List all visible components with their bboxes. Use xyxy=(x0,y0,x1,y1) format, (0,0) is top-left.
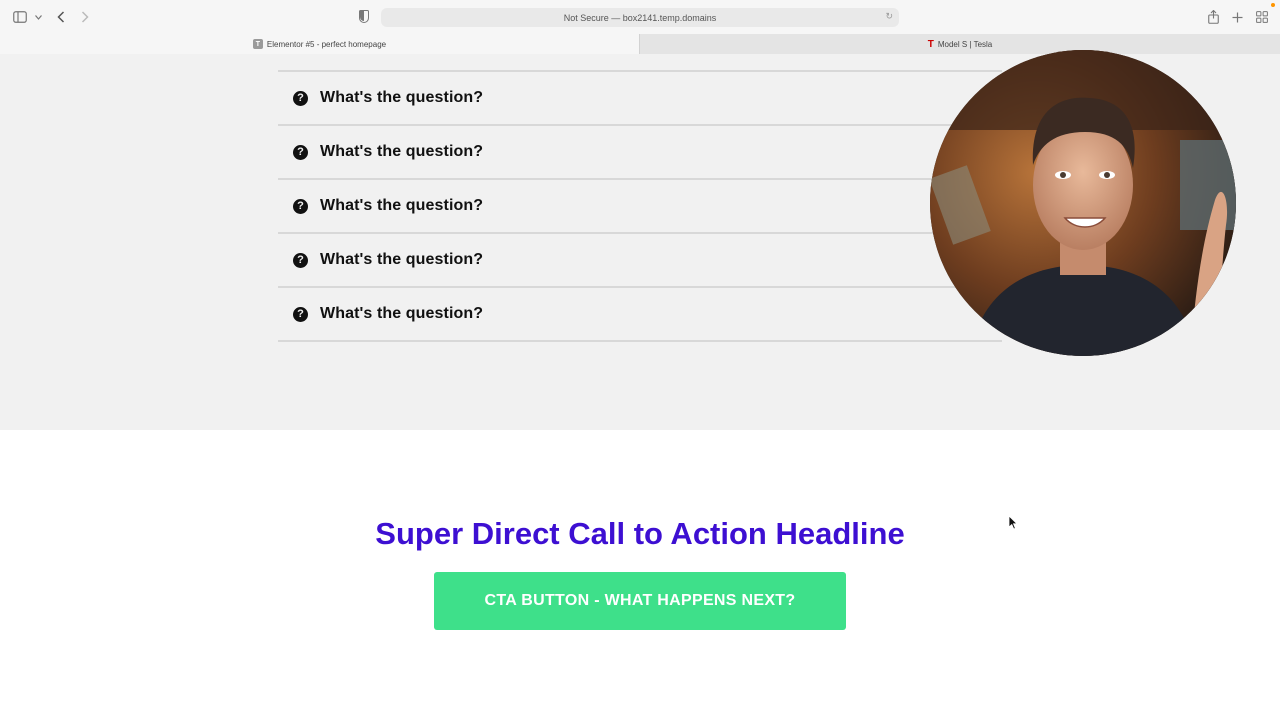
tab-title: Model S | Tesla xyxy=(937,39,993,49)
new-tab-icon[interactable] xyxy=(1230,10,1244,24)
tesla-logo-icon: T xyxy=(927,38,934,50)
question-circle-icon: ? xyxy=(293,90,308,106)
notification-dot xyxy=(1271,3,1275,7)
faq-item[interactable]: ? What's the question? xyxy=(278,126,1002,180)
faq-item[interactable]: ? What's the question? xyxy=(278,72,1002,126)
question-circle-icon: ? xyxy=(293,306,308,322)
faq-list: ? What's the question? ? What's the ques… xyxy=(278,70,1002,342)
faq-item[interactable]: ? What's the question? xyxy=(278,180,1002,234)
faq-question: What's the question? xyxy=(320,143,484,160)
tab-elementor[interactable]: T Elementor #5 - perfect homepage xyxy=(0,34,639,54)
faq-item[interactable]: ? What's the question? xyxy=(278,234,1002,288)
faq-question: What's the question? xyxy=(320,305,484,322)
question-circle-icon: ? xyxy=(293,198,308,214)
back-icon[interactable] xyxy=(54,10,68,24)
cta-headline: Super Direct Call to Action Headline xyxy=(375,516,905,551)
faq-question: What's the question? xyxy=(320,89,484,106)
cta-section: Super Direct Call to Action Headline CTA… xyxy=(0,430,1280,720)
reload-icon[interactable]: ↻ xyxy=(885,11,893,22)
chevron-down-icon[interactable] xyxy=(33,11,43,23)
url-text: Not Secure — box2141.temp.domains xyxy=(563,12,717,23)
tab-overview-icon[interactable] xyxy=(1255,10,1269,24)
faq-question: What's the question? xyxy=(320,197,484,214)
cta-button[interactable]: CTA BUTTON - WHAT HAPPENS NEXT? xyxy=(434,572,846,630)
sidebar-toggle-icon[interactable] xyxy=(12,10,28,24)
privacy-shield-icon[interactable] xyxy=(359,10,369,23)
address-bar[interactable]: Not Secure — box2141.temp.domains ↻ xyxy=(381,8,899,27)
question-circle-icon: ? xyxy=(293,252,308,268)
faq-item[interactable]: ? What's the question? xyxy=(278,288,1002,342)
browser-toolbar: Not Secure — box2141.temp.domains ↻ xyxy=(0,0,1280,34)
tab-tesla[interactable]: T Model S | Tesla xyxy=(639,34,1280,54)
elementor-favicon-icon: T xyxy=(252,39,263,49)
mouse-cursor-icon xyxy=(1008,515,1018,535)
question-circle-icon: ? xyxy=(293,144,308,160)
presenter-video-image xyxy=(930,50,1236,356)
share-icon[interactable] xyxy=(1206,9,1220,25)
webcam-video-overlay xyxy=(930,50,1236,356)
tab-title: Elementor #5 - perfect homepage xyxy=(266,39,387,49)
forward-icon[interactable] xyxy=(78,10,92,24)
faq-question: What's the question? xyxy=(320,251,484,268)
